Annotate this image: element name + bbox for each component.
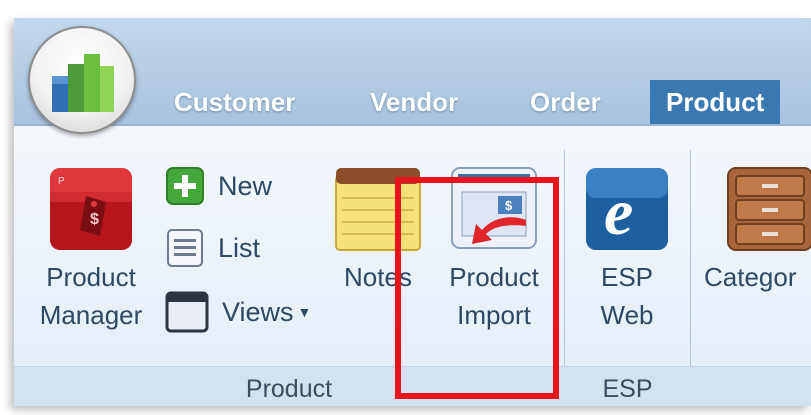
product-import-button[interactable]: $ Product Import <box>434 162 554 334</box>
views-button[interactable]: Views ▼ <box>164 290 311 334</box>
svg-text:$: $ <box>505 198 513 213</box>
plus-icon <box>166 167 204 205</box>
views-dropdown-arrow-icon[interactable]: ▼ <box>298 304 312 320</box>
svg-text:e: e <box>604 176 633 249</box>
esp-web-button[interactable]: e ESP Web <box>574 162 680 334</box>
product-import-label-line1: Product <box>449 262 539 292</box>
esp-web-label-line1: ESP <box>600 262 654 292</box>
notes-label: Notes <box>344 262 412 292</box>
list-icon <box>167 229 203 267</box>
new-button[interactable]: New <box>164 164 272 208</box>
categories-label: Categor <box>704 262 797 292</box>
import-icon: $ <box>451 167 537 249</box>
esp-e-icon: e <box>586 168 668 250</box>
svg-text:$: $ <box>90 211 99 228</box>
bar-chart-logo-icon <box>52 54 114 112</box>
notes-button[interactable]: Notes <box>330 162 426 296</box>
svg-text:P: P <box>58 176 65 187</box>
esp-group-label: ESP <box>602 375 653 403</box>
product-manager-label-line1: Product <box>46 262 136 292</box>
categories-button[interactable]: Categor <box>704 162 811 296</box>
product-manager-label-line2: Manager <box>39 300 143 330</box>
tab-customer[interactable]: Customer <box>174 80 295 126</box>
esp-web-label-line2: Web <box>600 300 654 330</box>
views-label: Views <box>222 296 294 327</box>
list-label: List <box>218 232 261 263</box>
tab-order[interactable]: Order <box>530 80 601 126</box>
tab-vendor[interactable]: Vendor <box>370 80 458 126</box>
window-icon <box>165 291 209 333</box>
notepad-icon <box>335 168 421 251</box>
product-manager-button[interactable]: $ P Product Manager <box>28 162 154 334</box>
application-menu-button[interactable] <box>28 26 136 134</box>
tab-product[interactable]: Product <box>650 80 781 126</box>
new-label: New <box>218 170 273 201</box>
product-import-label-line2: Import <box>457 300 531 330</box>
cabinet-icon <box>727 167 811 251</box>
product-manager-icon: $ P <box>50 168 132 250</box>
list-button[interactable]: List <box>164 226 260 270</box>
product-group-label: Product <box>245 375 333 403</box>
ribbon-panel: $ P Product Manager New List Views ▼ Not… <box>14 126 811 406</box>
